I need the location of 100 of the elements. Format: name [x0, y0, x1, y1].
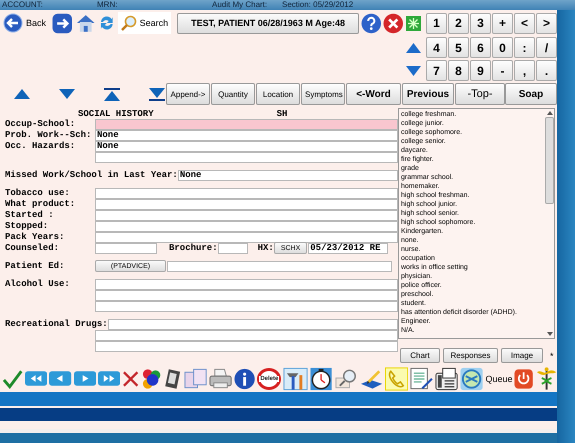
keypad-key[interactable]: 4	[426, 37, 447, 58]
header-label: Audit My Chart:	[212, 0, 268, 10]
circles-icon[interactable]	[141, 368, 162, 390]
top-arrow-icon[interactable]	[104, 88, 120, 100]
action-button[interactable]: -Top-	[455, 83, 505, 105]
field-label: Missed Work/School in Last Year:	[5, 170, 178, 180]
keypad-key[interactable]: 7	[426, 60, 447, 81]
text-field[interactable]	[95, 210, 398, 220]
keypad-key[interactable]: .	[536, 60, 557, 81]
asterisk-mark: *	[550, 350, 554, 360]
text-field[interactable]	[95, 152, 398, 162]
text-field[interactable]: None	[95, 130, 398, 140]
keypad-key[interactable]: 0	[492, 37, 513, 58]
keypad-key[interactable]: :	[514, 37, 535, 58]
next-record-icon[interactable]	[74, 371, 96, 386]
field-label: Alcohol Use:	[5, 279, 71, 289]
text-field[interactable]	[95, 232, 398, 242]
action-button[interactable]: Soap	[505, 83, 557, 105]
text-field[interactable]	[95, 118, 398, 130]
keypad-key[interactable]: 5	[448, 37, 469, 58]
scroll-down-icon[interactable]	[546, 332, 552, 336]
scrollbar[interactable]	[545, 109, 554, 338]
document-pen-icon[interactable]	[410, 366, 434, 390]
fax-icon[interactable]	[435, 366, 458, 390]
action-button[interactable]: Append->	[166, 83, 210, 105]
list-button[interactable]: Responses	[443, 348, 498, 363]
text-field[interactable]	[95, 340, 398, 352]
text-field[interactable]: None	[178, 170, 398, 180]
printer-icon[interactable]	[208, 368, 232, 390]
scroll-up-icon[interactable]	[546, 111, 552, 115]
bottom-arrow-icon[interactable]	[149, 88, 165, 100]
text-field[interactable]	[95, 188, 398, 198]
field-label: Started :	[5, 210, 55, 220]
list-button[interactable]: Image	[501, 348, 543, 363]
down-arrow-icon[interactable]	[406, 66, 421, 76]
info-icon[interactable]	[234, 368, 256, 390]
text-field[interactable]	[95, 278, 398, 290]
keypad-key[interactable]: 8	[448, 60, 469, 81]
search-icon	[120, 15, 137, 31]
first-record-icon[interactable]	[25, 371, 48, 386]
magnifier-icon[interactable]	[334, 368, 358, 390]
keypad-key[interactable]: 9	[470, 60, 491, 81]
keypad-key[interactable]: 3	[470, 12, 491, 34]
list-button[interactable]: Chart	[400, 348, 440, 363]
section-title: SOCIAL HISTORY	[78, 109, 154, 119]
up-arrow-icon[interactable]	[14, 89, 30, 99]
text-field[interactable]	[95, 220, 398, 232]
action-button[interactable]: Quantity	[211, 83, 255, 105]
keypad-key[interactable]: 1	[426, 12, 447, 34]
text-field[interactable]: 05/23/2012 RE	[308, 242, 388, 254]
field-label: HX:	[258, 243, 274, 253]
field-label: Prob. Work--Sch:	[5, 130, 92, 140]
patient-button[interactable]: TEST, PATIENT 06/28/1963 M Age:48	[177, 12, 359, 34]
keypad-key[interactable]: 6	[470, 37, 491, 58]
check-icon[interactable]	[2, 368, 24, 388]
field-label: Recreational Drugs:	[5, 319, 108, 329]
action-button[interactable]: Location	[256, 83, 300, 105]
text-field[interactable]	[108, 318, 398, 330]
disc-icon[interactable]	[460, 366, 484, 390]
keypad-key[interactable]: +	[492, 12, 513, 34]
text-field[interactable]	[218, 242, 248, 254]
close-icon[interactable]	[383, 12, 404, 34]
field-label: What product:	[5, 199, 76, 209]
text-field[interactable]	[95, 300, 398, 312]
text-field[interactable]	[167, 260, 392, 272]
help-icon[interactable]	[360, 12, 382, 34]
up-arrow-icon[interactable]	[406, 42, 421, 52]
forward-icon[interactable]	[52, 12, 73, 34]
section-code: SH	[276, 109, 288, 119]
response-list[interactable]	[398, 108, 555, 339]
keypad-key[interactable]: 2	[448, 12, 469, 34]
keypad-key[interactable]: >	[536, 12, 557, 34]
keypad-key[interactable]: -	[492, 60, 513, 81]
pencil-icon[interactable]	[360, 368, 383, 390]
text-field[interactable]	[95, 290, 398, 300]
prev-record-icon[interactable]	[49, 371, 72, 386]
search-button[interactable]: Search	[118, 12, 172, 34]
home-icon[interactable]	[74, 13, 96, 33]
keypad-key[interactable]: ,	[514, 60, 535, 81]
header-label: MRN:	[97, 0, 118, 10]
action-button[interactable]: Previous	[402, 83, 454, 105]
last-record-icon[interactable]	[98, 371, 120, 386]
text-field[interactable]	[95, 198, 398, 210]
clock-icon[interactable]	[310, 366, 333, 390]
caduceus-icon[interactable]	[536, 366, 557, 390]
text-field[interactable]: None	[95, 140, 398, 152]
notebook-icon[interactable]	[164, 368, 182, 390]
spark-icon[interactable]	[406, 16, 421, 30]
keypad-key[interactable]: <	[514, 12, 535, 34]
queue-label[interactable]: Queue	[485, 374, 512, 384]
keypad-key[interactable]: /	[536, 37, 557, 58]
text-field[interactable]	[95, 242, 157, 254]
cancel-icon[interactable]	[122, 370, 140, 388]
down-arrow-icon[interactable]	[59, 89, 75, 99]
action-button[interactable]: Symptoms	[301, 83, 345, 105]
action-button[interactable]: <-Word	[346, 83, 401, 105]
back-button[interactable]: Back	[3, 13, 50, 33]
tools-icon[interactable]	[283, 366, 308, 390]
power-icon[interactable]	[514, 368, 534, 390]
text-field[interactable]	[95, 330, 398, 340]
